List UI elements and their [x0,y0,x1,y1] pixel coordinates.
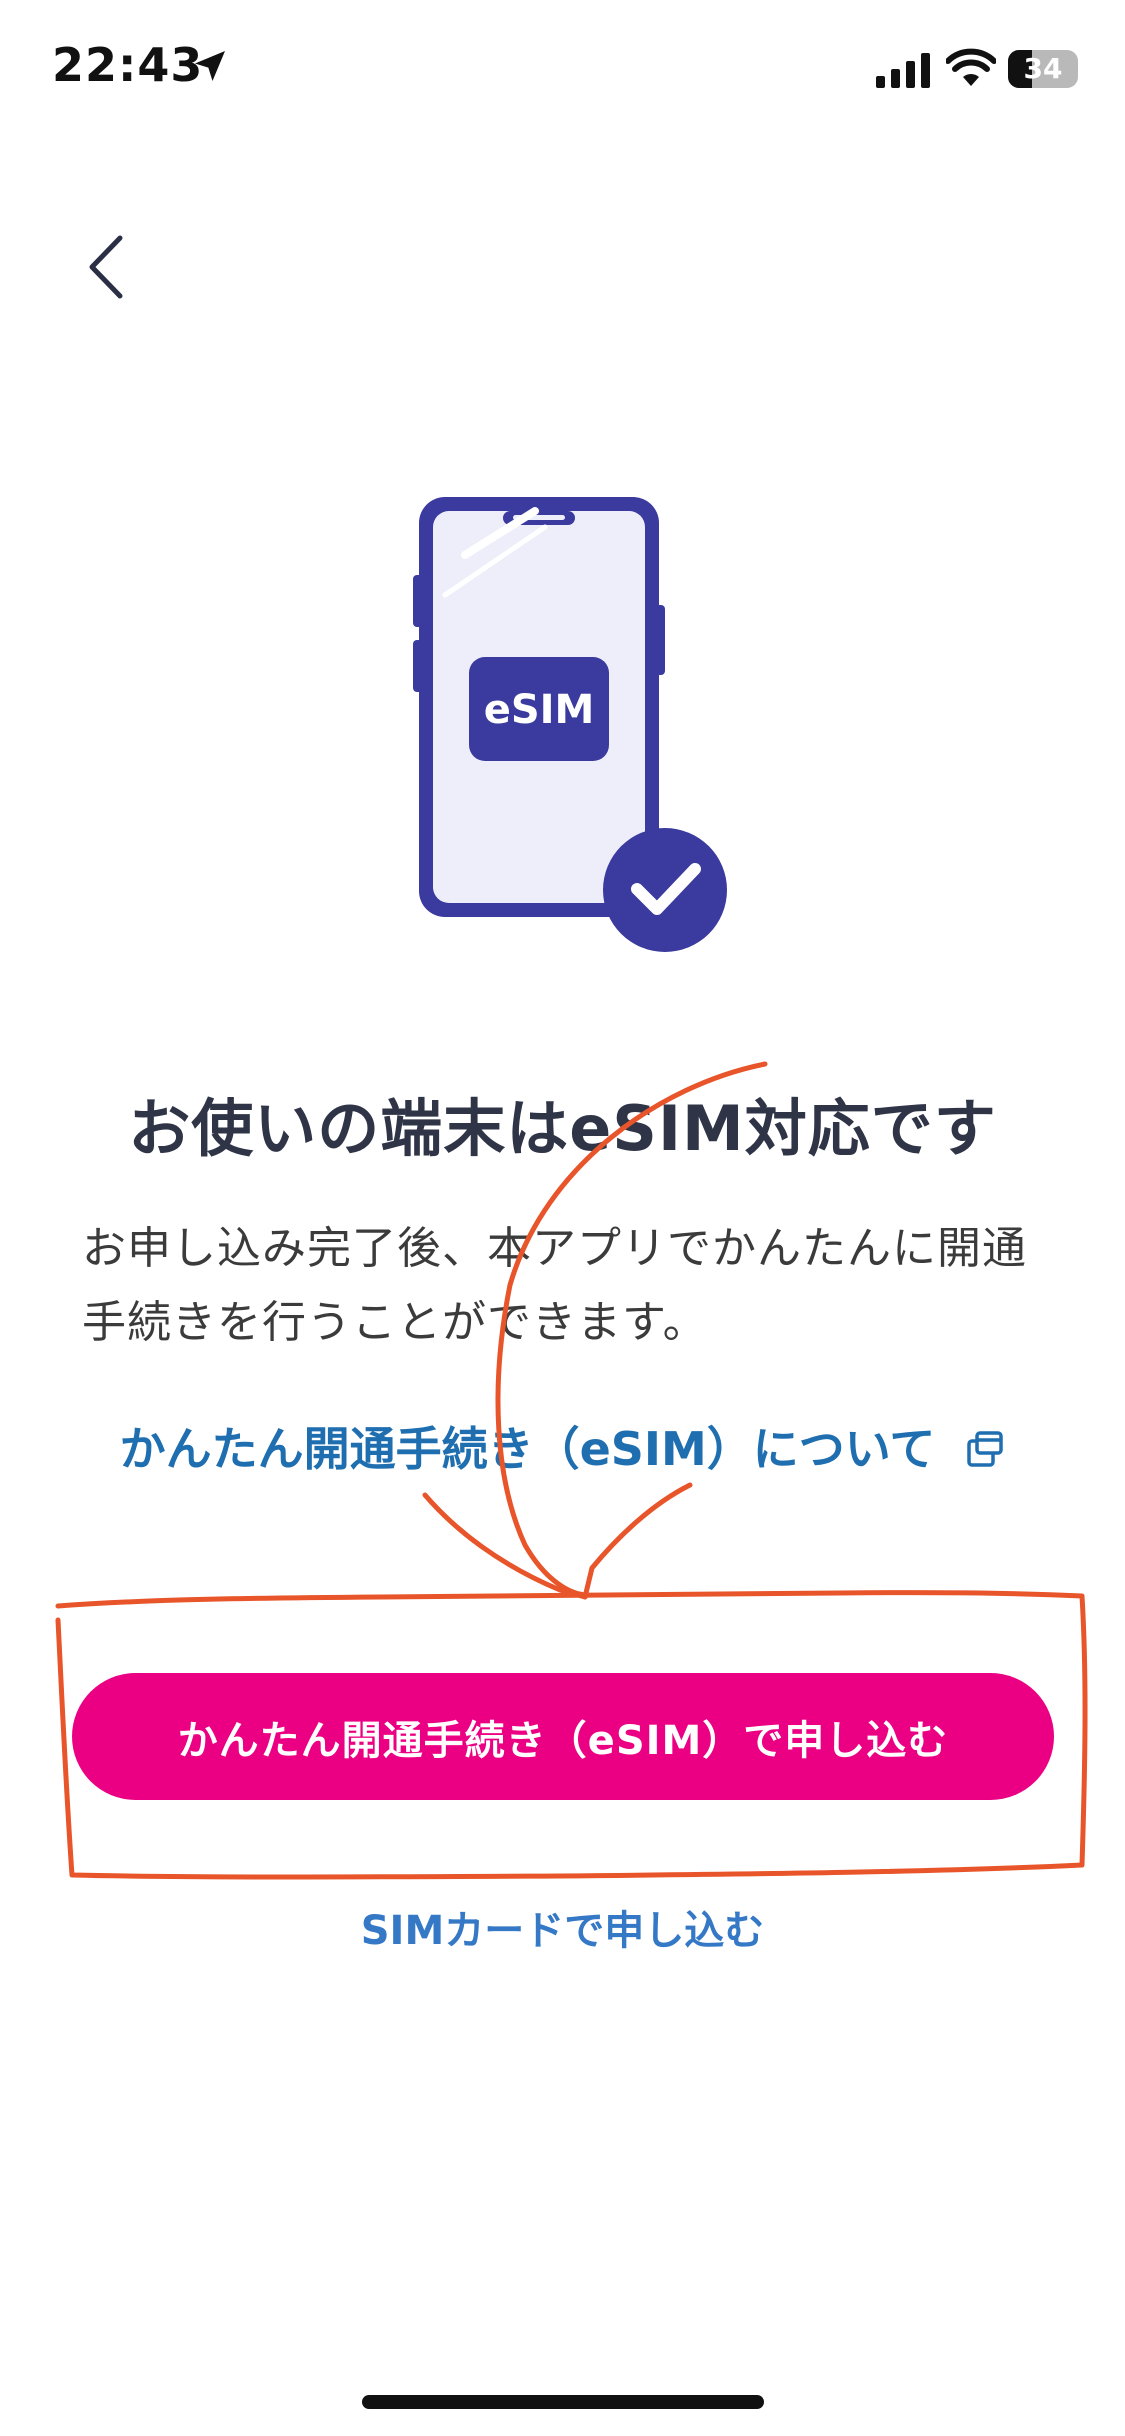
description-text: お申し込み完了後、本アプリでかんたんに開通手続きを行うことができます。 [82,1223,1027,1348]
signal-icon [876,53,930,88]
annotation-arrow-right-head [582,1482,693,1600]
wifi-icon [946,48,996,86]
battery-level-text: 34 [1023,52,1063,85]
annotation-arrow-left-head [422,1492,588,1600]
status-time: 22:43 [52,38,204,92]
home-indicator [362,2395,764,2409]
apply-esim-button[interactable]: かんたん開通手続き（eSIM）で申し込む [72,1673,1054,1800]
page-title: お使いの端末はeSIM対応です [128,1092,997,1165]
apply-sim-card-link[interactable]: SIMカードで申し込む [0,1898,1125,1956]
esim-info-link[interactable]: かんたん開通手続き（eSIM）について [0,1413,1125,1479]
check-badge-icon [603,828,727,952]
battery-indicator: 34 [1008,50,1078,88]
esim-phone-illustration: eSIM [413,497,727,952]
external-link-icon [967,1431,1004,1467]
esim-badge-label: eSIM [484,687,595,733]
location-arrow-icon [195,51,225,81]
status-bar: 22:43 34 [0,0,1125,140]
back-chevron-icon[interactable] [70,220,150,310]
esim-info-link-label: かんたん開通手続き（eSIM）について [119,1422,936,1476]
